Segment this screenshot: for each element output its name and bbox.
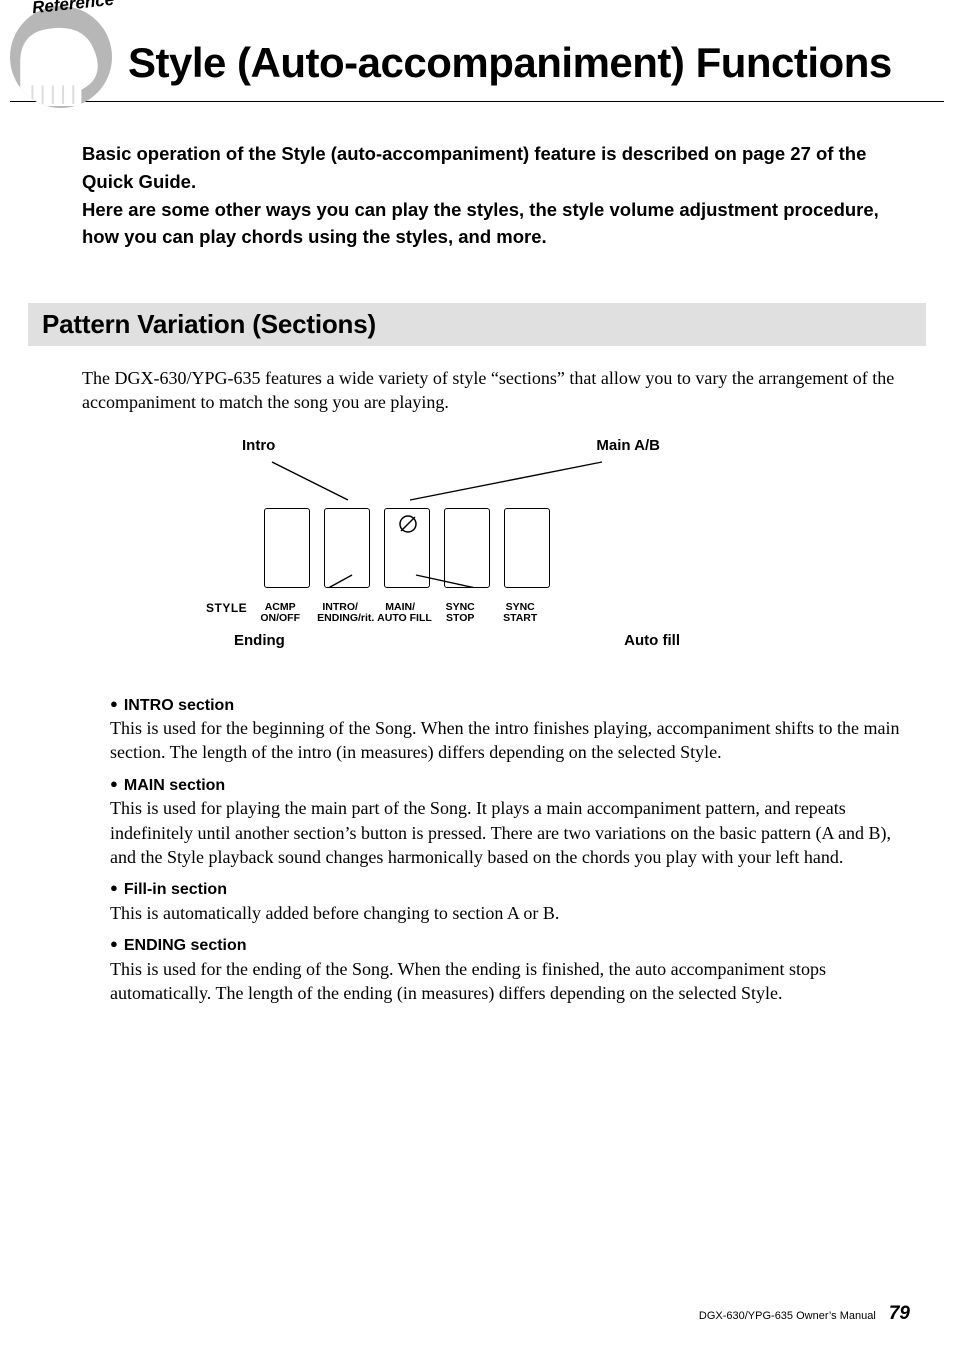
diagram-bottom-left: Ending <box>234 632 285 649</box>
btn-label-0: ACMP ON/OFF <box>257 602 303 624</box>
btn-label-3: SYNC STOP <box>437 602 483 624</box>
diagram-label-row: STYLE ACMP ON/OFF INTRO/ ENDING/rit. MAI… <box>202 602 752 624</box>
btn-sync-start <box>504 508 550 588</box>
btn-main-autofill <box>384 508 430 588</box>
btn-acmp <box>264 508 310 588</box>
desc-head-main-text: MAIN section <box>124 777 225 794</box>
title-row: Style (Auto-accompaniment) Functions <box>10 10 944 102</box>
diagram-top-labels: Intro Main A/B <box>202 437 752 460</box>
desc-body-intro: This is used for the beginning of the So… <box>110 716 908 765</box>
section-descriptions: ● INTRO section This is used for the begi… <box>10 649 944 1006</box>
btn-intro-ending <box>324 508 370 588</box>
diagram: Intro Main A/B <box>202 437 752 649</box>
diagram-panel: STYLE ACMP ON/OFF INTRO/ ENDING/rit. MAI… <box>202 460 752 588</box>
diagram-bottom-right: Auto fill <box>624 632 680 649</box>
btn-sync-stop <box>444 508 490 588</box>
page-number: 79 <box>889 1303 910 1324</box>
desc-body-ending: This is used for the ending of the Song.… <box>110 957 908 1006</box>
desc-head-ending-text: ENDING section <box>124 937 247 954</box>
btn-label-2: MAIN/ AUTO FILL <box>377 602 423 624</box>
footer-text: DGX-630/YPG-635 Owner’s Manual <box>699 1310 876 1322</box>
diagram-buttons <box>264 508 564 588</box>
desc-head-main: ● MAIN section <box>110 775 908 797</box>
page-footer: DGX-630/YPG-635 Owner’s Manual 79 <box>699 1303 910 1325</box>
style-label: STYLE <box>206 602 247 615</box>
btn-label-1: INTRO/ ENDING/rit. <box>317 602 363 624</box>
bullet-icon: ● <box>110 775 118 793</box>
desc-head-ending: ● ENDING section <box>110 935 908 957</box>
reference-badge: Reference <box>10 0 130 106</box>
bullet-icon: ● <box>110 935 118 953</box>
piano-icon <box>10 6 112 108</box>
bullet-icon: ● <box>110 695 118 713</box>
section-heading: Pattern Variation (Sections) <box>28 303 926 346</box>
intro-paragraph: Basic operation of the Style (auto-accom… <box>10 102 944 251</box>
page-title: Style (Auto-accompaniment) Functions <box>128 39 892 87</box>
bullet-icon: ● <box>110 879 118 897</box>
btn-label-4: SYNC START <box>497 602 543 624</box>
diagram-top-right: Main A/B <box>596 437 660 454</box>
desc-head-intro-text: INTRO section <box>124 697 234 714</box>
desc-head-fillin: ● Fill-in section <box>110 879 908 901</box>
diagram-top-left: Intro <box>242 437 275 454</box>
diagram-wrap: Intro Main A/B <box>10 437 944 649</box>
desc-body-main: This is used for playing the main part o… <box>110 796 908 869</box>
desc-head-intro: ● INTRO section <box>110 695 908 717</box>
desc-head-fillin-text: Fill-in section <box>124 881 227 898</box>
section-intro: The DGX-630/YPG-635 features a wide vari… <box>10 346 944 415</box>
intro-text: Basic operation of the Style (auto-accom… <box>82 143 879 247</box>
badge-circle <box>10 6 112 108</box>
desc-body-fillin: This is automatically added before chang… <box>110 901 908 925</box>
